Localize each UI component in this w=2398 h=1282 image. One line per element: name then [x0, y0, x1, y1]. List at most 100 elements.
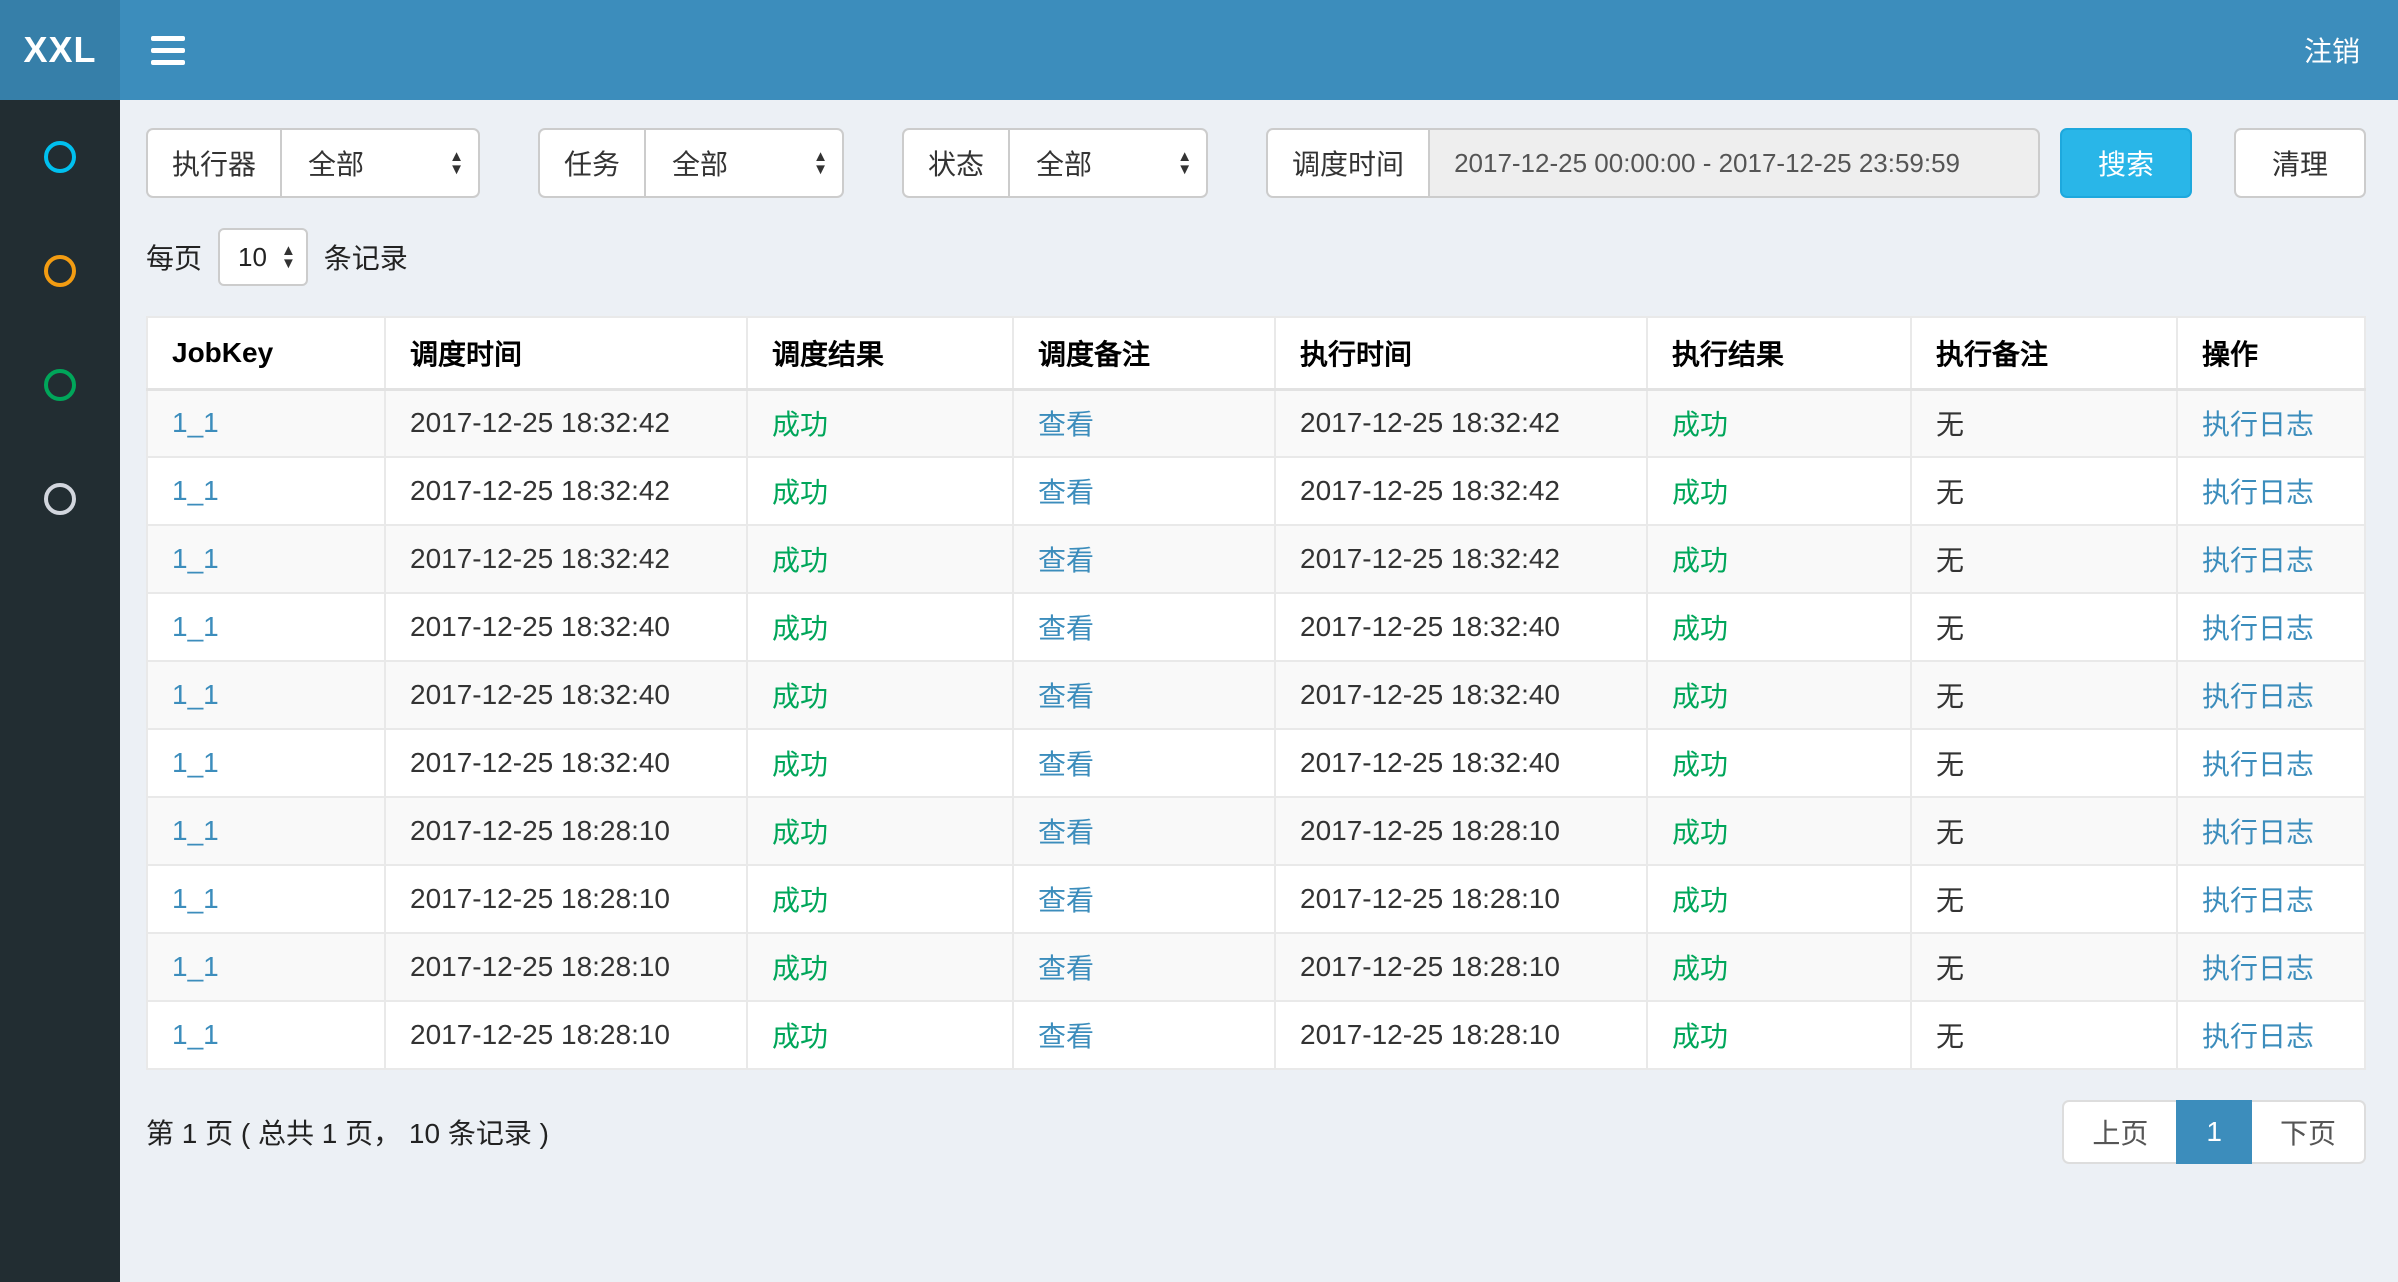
page-1-button[interactable]: 1 — [2176, 1100, 2252, 1164]
dispatch-time-cell: 2017-12-25 18:32:40 — [385, 729, 747, 797]
table-row: 1_1 2017-12-25 18:28:10 成功 查看 2017-12-25… — [147, 797, 2365, 865]
filter-bar: 执行器 全部 ▲▼ 任务 全部 ▲▼ 状态 全部 ▲▼ 调度时间 2017-12… — [146, 128, 2366, 198]
exec-time-cell: 2017-12-25 18:32:42 — [1275, 457, 1647, 525]
exec-result-cell: 成功 — [1647, 1001, 1911, 1069]
job-filter-select[interactable]: 全部 ▲▼ — [644, 128, 844, 198]
table-row: 1_1 2017-12-25 18:32:42 成功 查看 2017-12-25… — [147, 525, 2365, 593]
dispatch-remark-link[interactable]: 查看 — [1038, 817, 1094, 848]
executor-filter-value: 全部 — [308, 143, 364, 183]
dispatch-time-cell: 2017-12-25 18:28:10 — [385, 933, 747, 1001]
column-header: 调度时间 — [385, 317, 747, 389]
status-filter-select[interactable]: 全部 ▲▼ — [1008, 128, 1208, 198]
dispatch-remark-link[interactable]: 查看 — [1038, 681, 1094, 712]
main-content: 调度日志 任务调度中心 执行器 全部 ▲▼ 任务 全部 ▲▼ 状态 全部 ▲▼ — [120, 0, 2398, 1164]
exec-remark-cell: 无 — [1911, 593, 2177, 661]
exec-log-link[interactable]: 执行日志 — [2202, 953, 2314, 984]
jobkey-link[interactable]: 1_1 — [172, 407, 219, 438]
filter-actions: 搜索 清理 — [2060, 128, 2366, 198]
hamburger-icon — [151, 48, 185, 53]
logout-link[interactable]: 注销 — [2266, 0, 2398, 100]
log-table: JobKey调度时间调度结果调度备注执行时间执行结果执行备注操作 1_1 201… — [146, 316, 2366, 1070]
exec-log-link[interactable]: 执行日志 — [2202, 409, 2314, 440]
pagination-summary: 第 1 页 ( 总共 1 页， 10 条记录 ) — [146, 1112, 549, 1152]
status-filter-value: 全部 — [1036, 143, 1092, 183]
page-size-row: 每页 10 ▲▼ 条记录 — [146, 228, 2366, 286]
next-page-button[interactable]: 下页 — [2250, 1100, 2366, 1164]
exec-log-link[interactable]: 执行日志 — [2202, 545, 2314, 576]
sidebar-item-1[interactable] — [0, 100, 120, 214]
jobkey-link[interactable]: 1_1 — [172, 679, 219, 710]
exec-remark-cell: 无 — [1911, 933, 2177, 1001]
jobkey-link[interactable]: 1_1 — [172, 883, 219, 914]
time-filter-label: 调度时间 — [1266, 128, 1428, 198]
dispatch-remark-link[interactable]: 查看 — [1038, 477, 1094, 508]
time-range-input[interactable]: 2017-12-25 00:00:00 - 2017-12-25 23:59:5… — [1428, 128, 2040, 198]
dispatch-remark-link[interactable]: 查看 — [1038, 1021, 1094, 1052]
page-size-value: 10 — [238, 242, 267, 273]
table-row: 1_1 2017-12-25 18:32:42 成功 查看 2017-12-25… — [147, 389, 2365, 457]
column-header: 执行时间 — [1275, 317, 1647, 389]
dispatch-time-cell: 2017-12-25 18:28:10 — [385, 865, 747, 933]
jobkey-link[interactable]: 1_1 — [172, 815, 219, 846]
search-button[interactable]: 搜索 — [2060, 128, 2192, 198]
exec-log-link[interactable]: 执行日志 — [2202, 817, 2314, 848]
top-navbar: XXL 注销 — [0, 0, 2398, 100]
dispatch-remark-link[interactable]: 查看 — [1038, 749, 1094, 780]
exec-log-link[interactable]: 执行日志 — [2202, 1021, 2314, 1052]
app-logo: XXL — [0, 0, 120, 100]
dispatch-time-cell: 2017-12-25 18:28:10 — [385, 797, 747, 865]
sidebar-item-3[interactable] — [0, 328, 120, 442]
prev-page-button[interactable]: 上页 — [2062, 1100, 2178, 1164]
column-header: 执行结果 — [1647, 317, 1911, 389]
exec-log-link[interactable]: 执行日志 — [2202, 477, 2314, 508]
dispatch-time-cell: 2017-12-25 18:32:42 — [385, 457, 747, 525]
dispatch-remark-link[interactable]: 查看 — [1038, 613, 1094, 644]
status-filter-group: 状态 全部 ▲▼ — [902, 128, 1208, 198]
exec-log-link[interactable]: 执行日志 — [2202, 885, 2314, 916]
exec-log-link[interactable]: 执行日志 — [2202, 613, 2314, 644]
sidebar-toggle-button[interactable] — [120, 0, 216, 100]
exec-log-link[interactable]: 执行日志 — [2202, 681, 2314, 712]
clear-button[interactable]: 清理 — [2234, 128, 2366, 198]
status-filter-label: 状态 — [902, 128, 1008, 198]
dispatch-result-cell: 成功 — [747, 865, 1013, 933]
dispatch-time-cell: 2017-12-25 18:32:42 — [385, 525, 747, 593]
column-header: 执行备注 — [1911, 317, 2177, 389]
circle-icon — [44, 141, 76, 173]
table-row: 1_1 2017-12-25 18:32:42 成功 查看 2017-12-25… — [147, 457, 2365, 525]
exec-result-cell: 成功 — [1647, 729, 1911, 797]
exec-result-cell: 成功 — [1647, 933, 1911, 1001]
circle-icon — [44, 483, 76, 515]
exec-remark-cell: 无 — [1911, 865, 2177, 933]
select-arrows-icon: ▲▼ — [813, 150, 828, 177]
executor-filter-group: 执行器 全部 ▲▼ — [146, 128, 480, 198]
jobkey-link[interactable]: 1_1 — [172, 543, 219, 574]
executor-filter-select[interactable]: 全部 ▲▼ — [280, 128, 480, 198]
dispatch-time-cell: 2017-12-25 18:32:40 — [385, 593, 747, 661]
exec-time-cell: 2017-12-25 18:32:42 — [1275, 525, 1647, 593]
dispatch-remark-link[interactable]: 查看 — [1038, 953, 1094, 984]
jobkey-link[interactable]: 1_1 — [172, 611, 219, 642]
page-size-select[interactable]: 10 ▲▼ — [218, 228, 308, 286]
jobkey-link[interactable]: 1_1 — [172, 747, 219, 778]
jobkey-link[interactable]: 1_1 — [172, 951, 219, 982]
exec-log-link[interactable]: 执行日志 — [2202, 749, 2314, 780]
job-filter-label: 任务 — [538, 128, 644, 198]
circle-icon — [44, 369, 76, 401]
exec-time-cell: 2017-12-25 18:28:10 — [1275, 797, 1647, 865]
dispatch-result-cell: 成功 — [747, 457, 1013, 525]
dispatch-remark-link[interactable]: 查看 — [1038, 545, 1094, 576]
table-footer: 第 1 页 ( 总共 1 页， 10 条记录 ) 上页 1 下页 — [146, 1100, 2366, 1164]
exec-time-cell: 2017-12-25 18:28:10 — [1275, 1001, 1647, 1069]
dispatch-remark-link[interactable]: 查看 — [1038, 885, 1094, 916]
dispatch-result-cell: 成功 — [747, 525, 1013, 593]
sidebar-item-2[interactable] — [0, 214, 120, 328]
dispatch-remark-link[interactable]: 查看 — [1038, 409, 1094, 440]
exec-time-cell: 2017-12-25 18:32:40 — [1275, 593, 1647, 661]
column-header: 调度结果 — [747, 317, 1013, 389]
jobkey-link[interactable]: 1_1 — [172, 1019, 219, 1050]
jobkey-link[interactable]: 1_1 — [172, 475, 219, 506]
sidebar-item-4[interactable] — [0, 442, 120, 556]
table-row: 1_1 2017-12-25 18:32:40 成功 查看 2017-12-25… — [147, 593, 2365, 661]
table-row: 1_1 2017-12-25 18:28:10 成功 查看 2017-12-25… — [147, 865, 2365, 933]
